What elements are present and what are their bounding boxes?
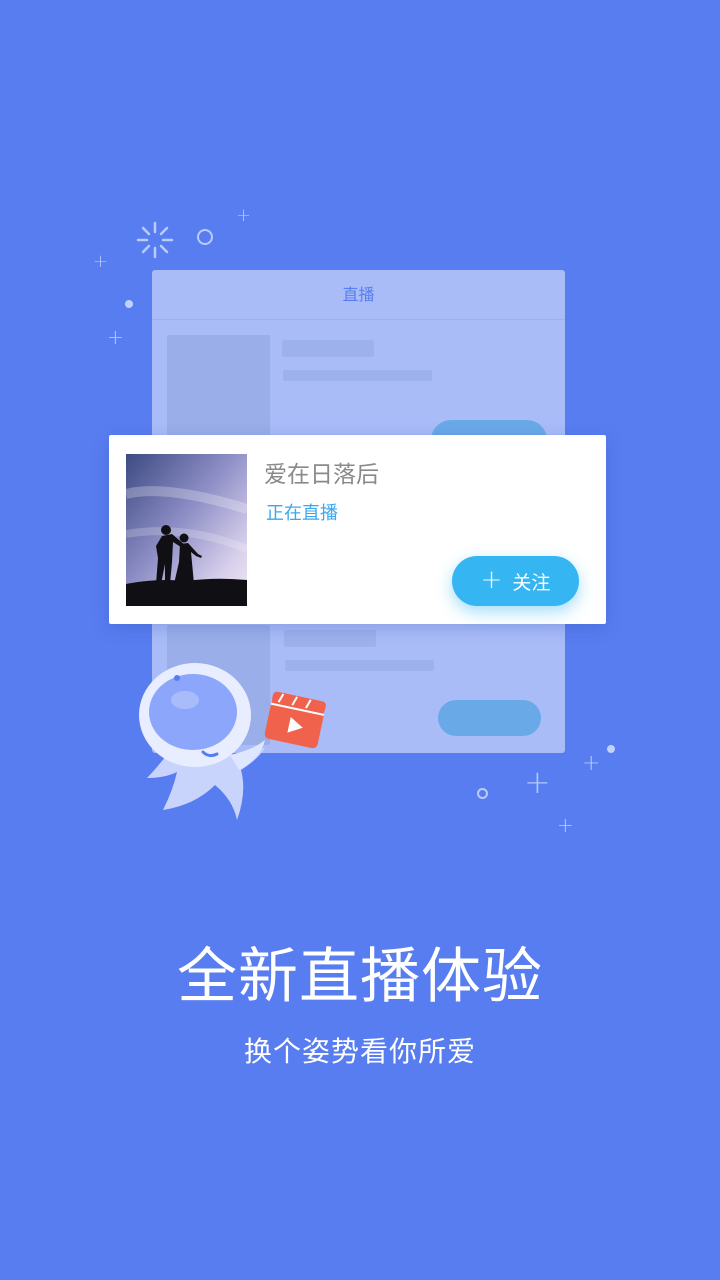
mock-text-placeholder [284, 630, 376, 647]
dot-sparkle-icon [607, 745, 615, 753]
live-room-card[interactable]: 爱在日落后 正在直播 + 关注 [109, 435, 606, 624]
mock-text-placeholder [283, 370, 432, 381]
follow-button[interactable]: + 关注 [452, 556, 579, 606]
headline-text: 全新直播体验 [177, 942, 543, 1012]
subline-text: 换个姿势看你所爱 [243, 1035, 476, 1068]
dot-sparkle-icon [125, 300, 133, 308]
plus-sparkle-icon: + [524, 763, 551, 801]
ring-sparkle-icon [477, 788, 488, 799]
astronaut-mascot-icon [139, 663, 265, 820]
plus-sparkle-icon: + [582, 751, 601, 776]
live-status-label: 正在直播 [266, 503, 338, 524]
video-clapper-icon [264, 691, 326, 749]
plus-sparkle-icon: + [557, 813, 574, 837]
sunset-couple-thumbnail [126, 454, 247, 606]
live-room-title: 爱在日落后 [264, 462, 379, 488]
burst-sparkle-icon [136, 221, 174, 259]
plus-sparkle-icon: + [236, 205, 252, 226]
mock-text-placeholder [282, 340, 374, 357]
mock-button-placeholder [438, 700, 541, 736]
mock-window-title: 直播 [152, 270, 565, 320]
follow-button-label: 关注 [512, 571, 551, 594]
plus-sparkle-icon: + [93, 251, 109, 272]
ring-sparkle-icon [197, 229, 213, 245]
mock-text-placeholder [285, 660, 434, 671]
plus-icon: + [480, 564, 503, 595]
plus-sparkle-icon: + [107, 325, 124, 349]
